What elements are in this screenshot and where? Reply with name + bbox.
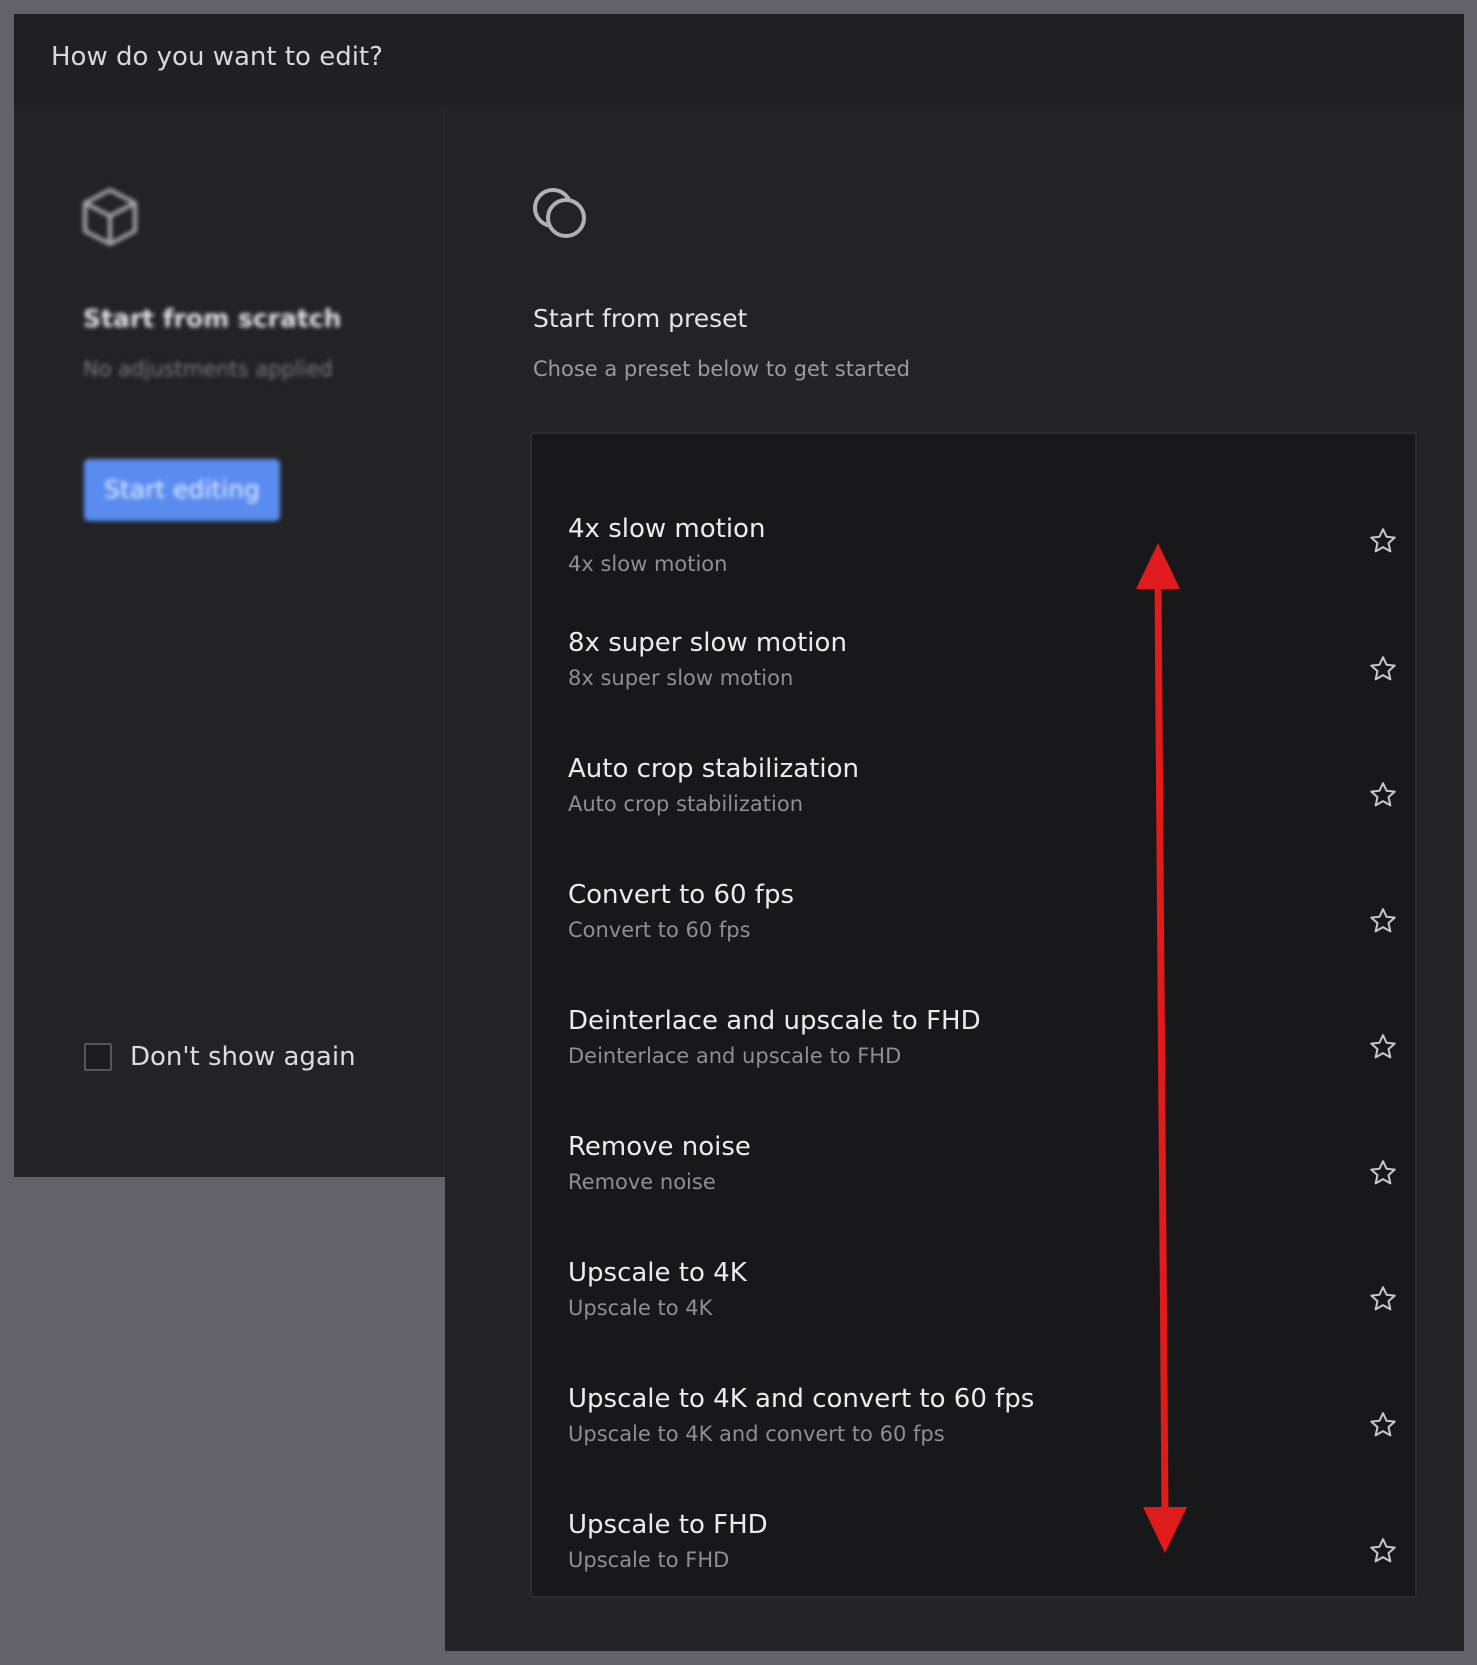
dialog-titlebar: How do you want to edit?	[14, 14, 1464, 107]
preset-subtitle: Chose a preset below to get started	[533, 357, 910, 381]
preset-item[interactable]: Upscale to 4K Upscale to 4K	[568, 1258, 1396, 1338]
preset-item[interactable]: Upscale to FHD Upscale to FHD	[568, 1510, 1396, 1590]
preset-item[interactable]: Deinterlace and upscale to FHD Deinterla…	[568, 1006, 1396, 1086]
dont-show-again-toggle[interactable]: Don't show again	[84, 1039, 356, 1075]
preset-title: Start from preset	[533, 304, 748, 333]
preset-name: Convert to 60 fps	[568, 880, 794, 910]
preset-name: Upscale to 4K and convert to 60 fps	[568, 1384, 1035, 1414]
star-outline-icon[interactable]	[1368, 1284, 1398, 1314]
star-outline-icon[interactable]	[1368, 1536, 1398, 1566]
preset-description: 8x super slow motion	[568, 666, 794, 690]
preset-description: Upscale to 4K and convert to 60 fps	[568, 1422, 945, 1446]
dont-show-again-checkbox[interactable]	[84, 1043, 112, 1071]
preset-item[interactable]: Auto crop stabilization Auto crop stabil…	[568, 754, 1396, 834]
preset-name: 8x super slow motion	[568, 628, 847, 658]
preset-description: Remove noise	[568, 1170, 716, 1194]
preset-description: Deinterlace and upscale to FHD	[568, 1044, 902, 1068]
preset-name: Remove noise	[568, 1132, 751, 1162]
preset-item[interactable]: 8x super slow motion 8x super slow motio…	[568, 628, 1396, 708]
preset-name: Deinterlace and upscale to FHD	[568, 1006, 981, 1036]
start-from-preset-panel: Start from preset Chose a preset below t…	[445, 106, 1464, 1651]
cube-icon	[83, 188, 137, 246]
preset-item[interactable]: Remove noise Remove noise	[568, 1132, 1396, 1212]
preset-name: Upscale to FHD	[568, 1510, 768, 1540]
preset-name: Auto crop stabilization	[568, 754, 859, 784]
start-from-scratch-panel[interactable]: Start from scratch No adjustments applie…	[14, 106, 445, 1177]
preset-name: 4x slow motion	[568, 514, 766, 544]
preset-description: Auto crop stabilization	[568, 792, 803, 816]
overlapping-circles-icon	[533, 188, 586, 238]
edit-mode-dialog: How do you want to edit? Start from scra…	[14, 14, 1464, 1651]
star-outline-icon[interactable]	[1368, 906, 1398, 936]
preset-description: 4x slow motion	[568, 552, 728, 576]
preset-list[interactable]: 4x slow motion 4x slow motion 8x super s…	[530, 432, 1417, 1598]
dialog-title: How do you want to edit?	[51, 42, 383, 72]
preset-description: Upscale to 4K	[568, 1296, 713, 1320]
star-outline-icon[interactable]	[1368, 1410, 1398, 1440]
dont-show-again-label: Don't show again	[130, 1042, 356, 1072]
preset-item[interactable]: 4x slow motion 4x slow motion	[568, 514, 1396, 594]
scratch-title: Start from scratch	[83, 304, 342, 333]
preset-description: Convert to 60 fps	[568, 918, 751, 942]
preset-item[interactable]: Upscale to 4K and convert to 60 fps Upsc…	[568, 1384, 1396, 1464]
star-outline-icon[interactable]	[1368, 654, 1398, 684]
star-outline-icon[interactable]	[1368, 526, 1398, 556]
scratch-subtitle: No adjustments applied	[83, 357, 333, 381]
preset-description: Upscale to FHD	[568, 1548, 730, 1572]
star-outline-icon[interactable]	[1368, 780, 1398, 810]
star-outline-icon[interactable]	[1368, 1032, 1398, 1062]
preset-item[interactable]: Convert to 60 fps Convert to 60 fps	[568, 880, 1396, 960]
star-outline-icon[interactable]	[1368, 1158, 1398, 1188]
start-editing-button[interactable]: Start editing	[84, 459, 280, 521]
preset-name: Upscale to 4K	[568, 1258, 747, 1288]
